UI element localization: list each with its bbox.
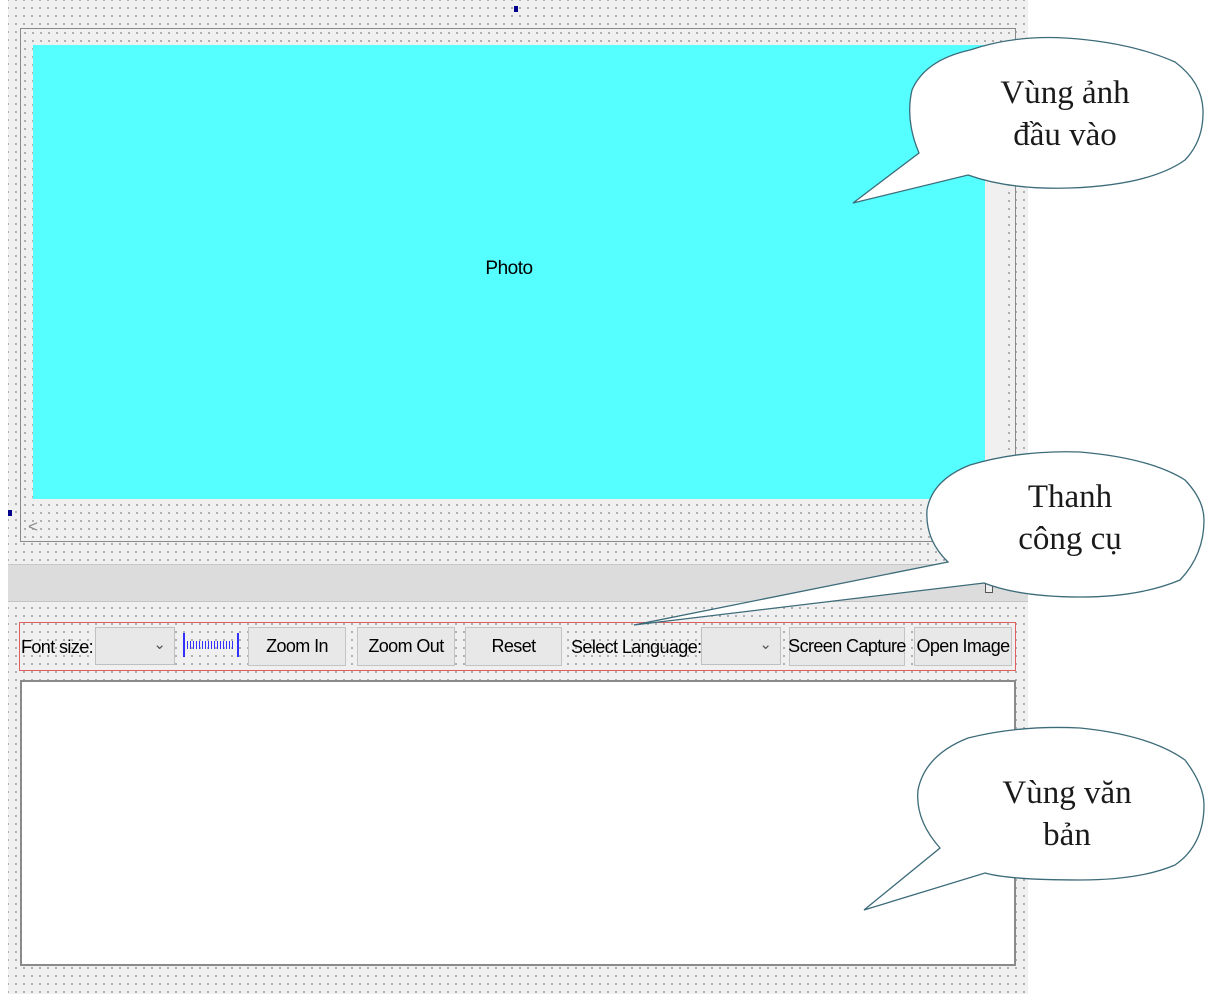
callout-text-area-line1: Vùng văn	[1002, 775, 1132, 811]
zoom-slider[interactable]	[181, 633, 241, 657]
slider-left-bound	[183, 633, 185, 657]
photo-area[interactable]: Photo	[33, 45, 985, 499]
callout-text-area-text: Vùng văn bản	[942, 772, 1192, 856]
callout-input-image-line2: đầu vào	[1013, 117, 1117, 153]
selection-handle-left[interactable]	[8, 510, 12, 516]
callout-toolbar-line2: công cụ	[1018, 521, 1122, 557]
zoom-in-button[interactable]: Zoom In	[248, 627, 346, 666]
reset-button[interactable]: Reset	[465, 627, 562, 666]
slider-right-bound	[237, 633, 239, 657]
font-size-select[interactable]: ⌄	[95, 627, 175, 665]
splitter-handle-icon[interactable]	[985, 583, 993, 593]
slider-ticks	[187, 641, 235, 649]
open-image-button[interactable]: Open Image	[914, 627, 1012, 666]
screen-capture-button[interactable]: Screen Capture	[788, 627, 906, 666]
callout-input-image-line1: Vùng ảnh	[1000, 75, 1130, 111]
chevron-down-icon: ⌄	[153, 636, 166, 653]
zoom-out-button[interactable]: Zoom Out	[357, 627, 455, 666]
splitter-bar[interactable]	[8, 564, 1028, 602]
callout-input-image-text: Vùng ảnh đầu vào	[940, 72, 1190, 156]
scroll-left-icon[interactable]: <	[28, 517, 38, 537]
callout-toolbar-text: Thanh công cụ	[945, 476, 1195, 560]
text-output-area[interactable]	[20, 680, 1016, 966]
callout-text-area-line2: bản	[1043, 817, 1091, 853]
callout-toolbar-line1: Thanh	[1027, 479, 1113, 515]
font-size-label: Font size:	[21, 637, 94, 657]
language-select[interactable]: ⌄	[701, 627, 781, 665]
selection-handle-top[interactable]	[514, 6, 518, 12]
select-language-label: Select Language:	[571, 637, 702, 657]
photo-label: Photo	[485, 258, 533, 279]
chevron-down-icon: ⌄	[759, 636, 772, 653]
horizontal-scrollbar[interactable]: <	[22, 517, 912, 539]
